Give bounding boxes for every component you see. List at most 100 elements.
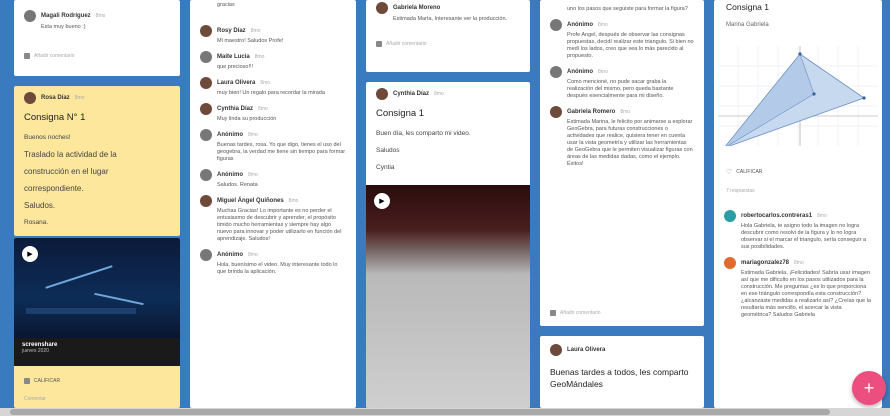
avatar <box>550 19 562 31</box>
avatar <box>200 169 212 181</box>
comment-entry: Cynthia Díaz 8mo Muy linda su producción <box>190 99 356 125</box>
author-name: Laura Olivera <box>217 80 256 86</box>
avatar <box>24 92 36 104</box>
author-name: Anónimo <box>217 252 243 258</box>
comment-entry: Anónimo 8mo Hola, buenísimo el video. Muy… <box>190 245 356 278</box>
comment-text: Estimada Marina, le felicito por animars… <box>567 119 693 167</box>
comment-text: Muchas Gracias! Lo importante es no perd… <box>217 208 342 242</box>
post-card[interactable]: Cynthia Díaz 8mo Consigna 1 Buen día, le… <box>366 82 530 408</box>
comment-time: 8mo <box>620 109 631 115</box>
comment-text: Como mencioné, no pude sacar graba la re… <box>567 79 674 99</box>
comment-icon <box>376 41 382 47</box>
comment-icon <box>550 310 556 316</box>
add-comment-label: Comentar <box>24 396 46 402</box>
author-name: Cynthia Díaz <box>217 106 254 112</box>
post-title: Consigna 1 <box>726 2 770 12</box>
author-name: Gabriela Moreno <box>393 5 441 11</box>
post-line: Saludos <box>376 147 400 154</box>
play-icon[interactable]: ▶ <box>22 246 38 262</box>
comment-text: gracias <box>217 2 235 8</box>
padlet-board: Magali Rodríguez 8mo Esta muy bueno :) A… <box>0 0 890 408</box>
add-comment-button[interactable]: Añadir comentario <box>540 306 611 320</box>
comment-text: Buenas tardes, rosa. Yo que digo, tienes… <box>217 142 346 162</box>
video-caption-bar: screenshare jueves 2020 <box>14 338 180 366</box>
comment-time: 8mo <box>794 260 804 266</box>
play-icon[interactable]: ▶ <box>374 193 390 209</box>
scrollbar-thumb[interactable] <box>10 409 830 415</box>
comment-text: Estimada Marta, Interesante ver la produ… <box>393 16 508 22</box>
post-line: Cyntia <box>376 164 395 171</box>
comment-time: 8mo <box>248 172 258 178</box>
comment-time: 8mo <box>258 106 268 112</box>
post-card[interactable]: Consigna 1 Marina Gabriela ♡ CALIFICAR 7… <box>714 0 882 408</box>
add-comment-label: Añadir comentario <box>560 310 601 316</box>
avatar <box>200 195 212 207</box>
avatar <box>24 10 36 22</box>
comment-entry: Anónimo 8mo Buenas tardes, rosa. Yo que d… <box>190 125 356 165</box>
author-name: Anónimo <box>217 132 243 138</box>
post-line: Buen día, les comparto mi video. <box>376 130 471 137</box>
comment-text: que precioso!!! <box>217 64 254 70</box>
comment-entry: robertocarlos.contreras1 8mo Hola Gabriel… <box>714 206 882 253</box>
horizontal-scrollbar[interactable] <box>0 408 890 416</box>
post-card[interactable]: Rosa Díaz 8mo Consigna N° 1 Buenos noche… <box>14 86 180 236</box>
add-comment-button[interactable]: Añadir comentario <box>366 37 530 51</box>
avatar <box>550 66 562 78</box>
avatar <box>200 77 212 89</box>
author-name: Laura Olivera <box>567 347 606 353</box>
grade-icon <box>24 378 30 384</box>
author-name: Anónimo <box>567 22 593 28</box>
comment-entry: Anónimo 8mo Profe Angel, después de obser… <box>540 15 704 62</box>
post-subtitle: Marina Gabriela <box>726 22 769 28</box>
grade-label: CALIFICAR <box>34 378 61 384</box>
author-name: Gabriela Romero <box>567 109 616 115</box>
comment-text: Saludos. Renata <box>217 182 258 188</box>
comment-time: 8mo <box>288 198 299 204</box>
add-comment-button[interactable]: Comentar <box>14 392 56 406</box>
post-line: construcción en el lugar <box>24 167 109 176</box>
author-name: robertocarlos.contreras1 <box>741 213 813 219</box>
avatar <box>376 88 388 100</box>
post-card[interactable]: Laura Olivera Buenas tardes a todos, les… <box>540 336 704 408</box>
author-name: Magali Rodríguez <box>41 13 91 19</box>
comment-entry: Anónimo 8mo Como mencioné, no pude sacar … <box>540 62 704 102</box>
author-name: Miguel Ángel Quiñones <box>217 198 284 204</box>
comment-time: 8mo <box>248 252 258 258</box>
comment-text: Hola Gabriela, te asigno todo la imagen … <box>741 223 867 250</box>
avatar <box>200 103 212 115</box>
avatar <box>200 249 212 261</box>
post-time: 8mo <box>95 13 106 19</box>
author-name: mariagonzalez78 <box>741 260 790 266</box>
comment-entry: mariagonzalez78 8mo Estimada Gabriela, ¡F… <box>714 253 882 321</box>
post-card[interactable]: Gabriela Moreno Estimada Marta, Interesa… <box>366 0 530 72</box>
comment-time: 8mo <box>598 22 608 28</box>
video-subcaption: jueves 2020 <box>22 348 49 354</box>
comment-time: 8mo <box>260 80 271 86</box>
comment-entry: Gabriela Romero 8mo Estimada Marina, le f… <box>540 102 704 170</box>
post-title: Buenas tardes a todos, les comparto GeoM… <box>550 367 689 389</box>
add-comment-label: Añadir comentario <box>34 53 75 59</box>
geometry-graph[interactable] <box>718 46 878 146</box>
post-title: Consigna N° 1 <box>24 112 86 123</box>
comment-text: Mi maestro! Saludos Profe! <box>217 38 284 44</box>
post-card[interactable]: ▶ screenshare jueves 2020 CALIFICAR Come… <box>14 238 180 408</box>
add-comment-button[interactable]: Añadir comentario <box>14 49 180 63</box>
author-name: Anónimo <box>567 69 593 75</box>
video-thumbnail[interactable]: ▶ <box>366 185 530 408</box>
post-title: Consigna 1 <box>376 108 425 119</box>
post-card[interactable]: Magali Rodríguez 8mo Esta muy bueno :) A… <box>14 0 180 76</box>
comment-time: 8mo <box>598 69 608 75</box>
comment-icon <box>24 53 30 59</box>
comment-time: 8mo <box>254 54 265 60</box>
post-time: 8mo <box>74 95 85 101</box>
comment-text: Estimada Gabriela, ¡Felicidades! Sabría … <box>741 270 871 318</box>
post-line: Saludos. <box>24 201 56 210</box>
add-post-button[interactable]: + <box>852 371 886 405</box>
author-name: Cynthia Díaz <box>393 91 430 97</box>
grade-button[interactable]: ♡ CALIFICAR <box>716 164 772 180</box>
grade-button[interactable]: CALIFICAR <box>14 374 70 388</box>
comment-text: Hola, buenísimo el video. Muy interesant… <box>217 262 338 275</box>
video-thumbnail[interactable]: ▶ <box>14 238 180 338</box>
comment-text: muy bien! Un regalo para recordar la mir… <box>217 90 325 96</box>
comment-text: Esta muy bueno :) <box>41 24 86 30</box>
